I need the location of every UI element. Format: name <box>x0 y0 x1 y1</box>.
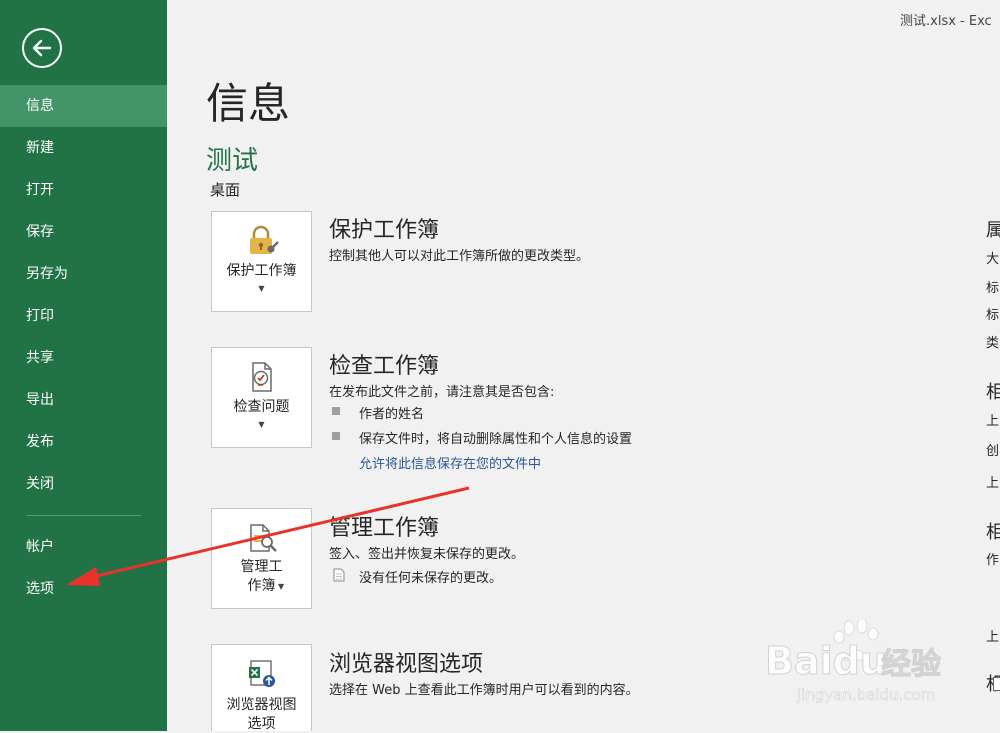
watermark-brand: Baidu <box>765 639 887 683</box>
baidu-jingyan-watermark-icon: Baidu 经验 jingyan.baidu.com <box>765 620 942 704</box>
watermark-url: jingyan.baidu.com <box>796 686 935 704</box>
watermark-suffix: 经验 <box>881 647 941 682</box>
